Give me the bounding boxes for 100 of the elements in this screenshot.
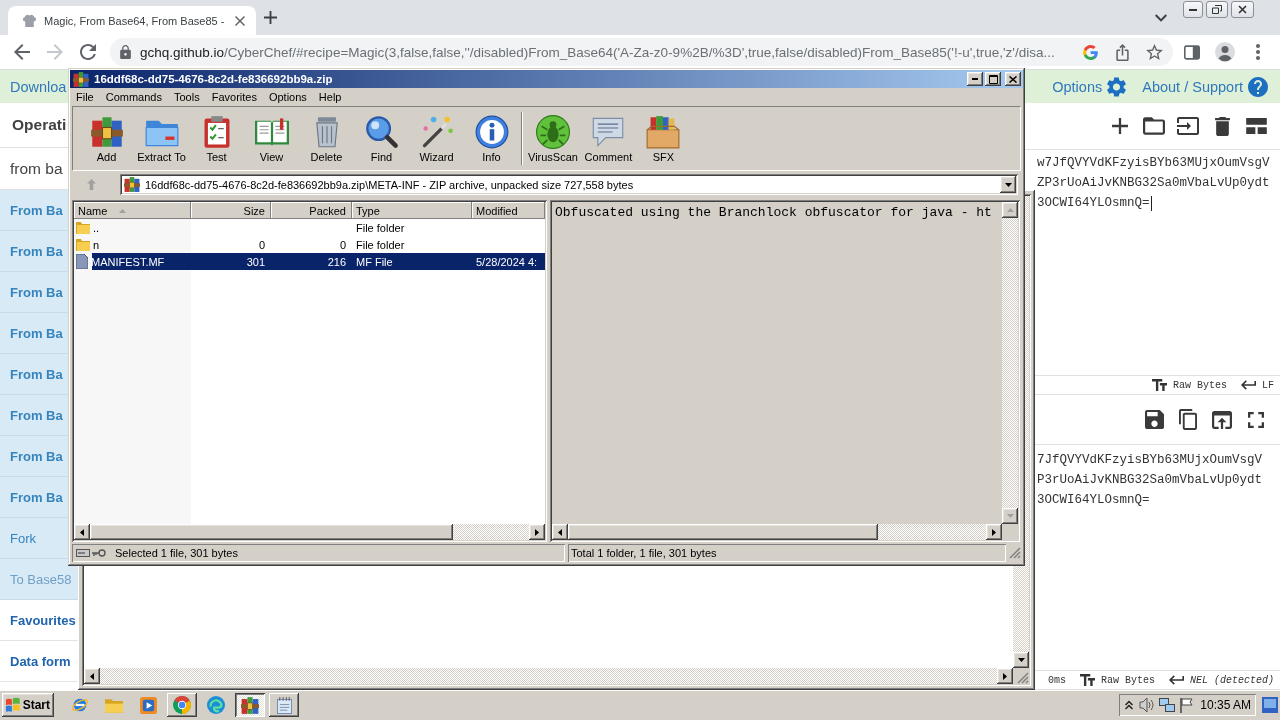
scroll-right-button[interactable] (997, 668, 1013, 684)
menu-item[interactable]: Favorites (205, 91, 263, 103)
file-row[interactable]: MANIFEST.MF 301 216 MF File 5/28/2024 4: (74, 253, 545, 270)
column-header[interactable]: Type (352, 202, 472, 219)
menu-item[interactable]: Help (312, 91, 348, 103)
minimize-button[interactable] (967, 72, 983, 86)
info-icon (474, 114, 509, 149)
bake-time: 0ms (1047, 674, 1066, 686)
scroll-up-button[interactable] (1002, 202, 1018, 218)
path-combobox[interactable]: 16ddf68c-dd75-4676-8c2d-fe836692bb9a.zip\META-INF - ZIP archive, unpacked size 727,558 bytes (120, 174, 1018, 195)
scrollbar-thumb[interactable] (90, 524, 453, 540)
scroll-right-button[interactable] (529, 524, 545, 540)
text-format-icon (1151, 379, 1167, 391)
scroll-down-button[interactable] (1013, 652, 1029, 668)
menu-item[interactable]: Options (262, 91, 313, 103)
toolbar-button[interactable]: SFX (635, 112, 691, 165)
input-format[interactable]: Raw Bytes (1172, 379, 1227, 391)
g-logo-icon (1082, 44, 1098, 60)
chevron-up-icon (1125, 700, 1134, 710)
download-link[interactable]: Downloa (10, 78, 67, 95)
dropdown-button[interactable] (1000, 176, 1016, 193)
close-icon[interactable] (235, 15, 245, 26)
file-row[interactable]: n 0 0 File folder (74, 236, 545, 253)
about-link[interactable]: About / Support (1142, 76, 1268, 97)
menu-item[interactable]: Tools (168, 91, 206, 103)
restore-button[interactable] (1206, 1, 1228, 18)
menu-item[interactable]: Commands (99, 91, 168, 103)
file-type: File folder (355, 221, 406, 234)
toolbar-button[interactable]: Wizard (409, 112, 464, 165)
horizontal-scrollbar[interactable] (84, 668, 1013, 684)
close-icon (1238, 5, 1247, 14)
minimize-button[interactable] (1183, 1, 1203, 18)
toolbar-button[interactable]: Find (354, 112, 409, 165)
column-header[interactable]: Size (191, 202, 271, 219)
menu-item[interactable]: File (70, 91, 100, 103)
show-desktop-icon[interactable] (1262, 697, 1278, 713)
replace-input-button[interactable] (1211, 408, 1233, 431)
column-header[interactable]: Modified (472, 202, 545, 219)
resize-grip-icon (1009, 547, 1021, 559)
network-icon[interactable] (1159, 697, 1176, 713)
copy-button[interactable] (1177, 408, 1199, 431)
toolbar-button[interactable]: View (244, 112, 299, 165)
column-header[interactable]: Name (74, 202, 191, 219)
speaker-icon[interactable] (1139, 697, 1156, 713)
flag-icon[interactable] (1179, 697, 1194, 713)
taskbar-button[interactable] (269, 693, 299, 717)
toolbar-button[interactable]: VirusScan (525, 112, 581, 165)
output-line-ending[interactable]: NEL (detected) (1190, 674, 1274, 686)
options-link[interactable]: Options (1052, 76, 1127, 97)
scroll-right-button[interactable] (986, 524, 1002, 540)
toolbar-button[interactable]: Extract To (134, 112, 189, 165)
help-icon (1248, 76, 1268, 97)
toolbar-button[interactable]: Add (79, 112, 134, 165)
window-title: 16ddf68c-dd75-4676-8c2d-fe836692bb9a.zip (94, 73, 334, 85)
vertical-scrollbar[interactable] (1002, 202, 1018, 524)
input-line-ending[interactable]: LF (1262, 379, 1274, 391)
taskbar-button[interactable] (167, 693, 197, 717)
layout-button[interactable] (1245, 115, 1267, 137)
close-button[interactable] (1005, 72, 1021, 86)
toolbar-button[interactable]: Info (464, 112, 519, 165)
scroll-left-button[interactable] (84, 668, 100, 684)
scroll-down-button[interactable] (1002, 508, 1018, 524)
toolbar-button[interactable]: Delete (299, 112, 354, 165)
key-icon (92, 549, 106, 557)
triangle-down-icon (1017, 658, 1025, 662)
text-format-icon (1079, 674, 1095, 686)
resize-grip-icon (1017, 672, 1029, 684)
fullscreen-icon (1248, 411, 1264, 428)
file-type: File folder (355, 238, 406, 251)
drive-icon (76, 549, 90, 557)
column-header[interactable]: Packed (271, 202, 352, 219)
toolbar-button[interactable]: Comment (580, 112, 636, 165)
clock[interactable]: 10:35 AM (1200, 698, 1251, 712)
horizontal-scrollbar[interactable] (552, 524, 1002, 540)
flag-logo-icon (6, 697, 20, 713)
scrollbar-thumb[interactable] (568, 524, 878, 540)
back-arrow-icon (14, 44, 30, 60)
close-button[interactable] (1231, 1, 1254, 18)
scroll-left-button[interactable] (74, 524, 90, 540)
import-button[interactable] (1177, 115, 1199, 137)
horizontal-scrollbar[interactable] (74, 524, 545, 540)
chevron-down-icon (1155, 13, 1167, 22)
taskbar-button[interactable] (235, 693, 265, 717)
maximize-button[interactable] (985, 72, 1001, 86)
return-arrow-icon (1169, 675, 1184, 685)
open-folder-button[interactable] (1143, 115, 1165, 137)
save-button[interactable] (1143, 408, 1165, 431)
folder-icon (76, 238, 90, 251)
start-button[interactable]: Start (2, 693, 54, 717)
add-input-button[interactable] (1109, 115, 1131, 137)
triangle-down-icon (1004, 182, 1012, 187)
address-field[interactable]: gchq.github.io/CyberChef/#recipe=Magic(3,false,false,''/disabled)From_Base64('A-Za-z0-9%2B/%3D',true,false/disabled)From_Base85('!-u',true,'z'/disa... (110, 38, 1173, 66)
file-row[interactable]: .. File folder (74, 219, 545, 236)
output-text: 7JfQVYVdKFzyisBYb63MUjxOumVsgV (1037, 452, 1263, 469)
vertical-scrollbar[interactable] (1013, 566, 1029, 668)
output-format[interactable]: Raw Bytes (1100, 674, 1155, 686)
output-text: 3OCWI64YLOsmnQ= (1037, 492, 1150, 509)
scroll-left-button[interactable] (552, 524, 568, 540)
toolbar-button[interactable]: Test (189, 112, 244, 165)
browser-tab[interactable]: Magic, From Base64, From Base85 - (8, 6, 256, 35)
